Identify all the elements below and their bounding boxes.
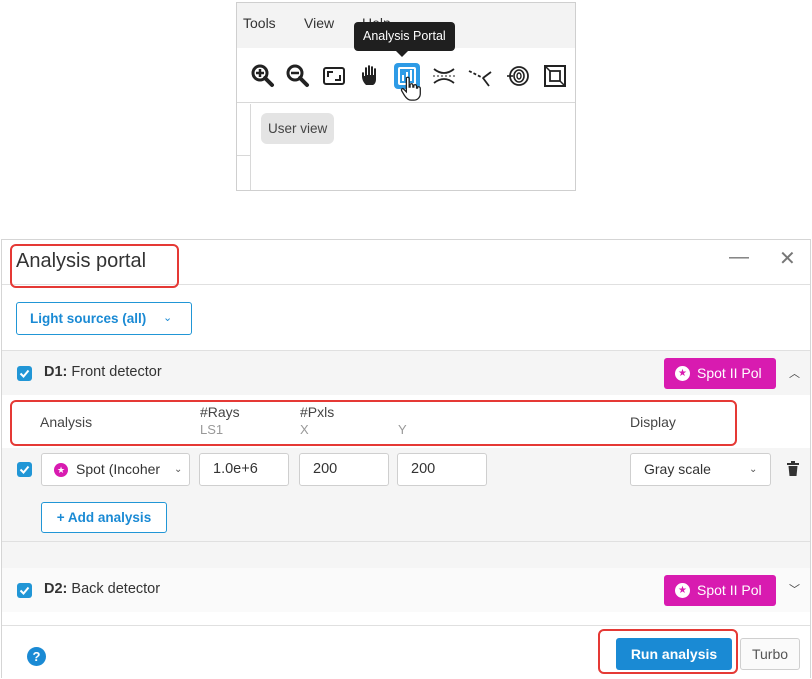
fit-view-icon[interactable] [321,63,347,89]
star-icon: ★ [675,366,690,381]
pan-hand-icon[interactable] [358,63,384,89]
trash-icon[interactable] [786,461,800,477]
help-icon[interactable]: ? [27,647,46,666]
header-rays: #Rays [200,404,240,420]
analysis-type-value: Spot (Incoher [76,461,161,477]
analysis-portal-tooltip: Analysis Portal [354,22,455,57]
toolbar-icon-row [237,51,575,103]
zoom-in-icon[interactable] [250,63,276,89]
d1-id: D1: [44,364,68,380]
chevron-down-icon: ⌄ [174,464,183,475]
chevron-up-icon[interactable]: ︿ [789,365,800,381]
header-pxls: #Pxls [300,404,335,420]
detector-row-d2: D2: Back detector ★ Spot II Pol ﹀ [2,568,810,612]
chevron-down-icon: ⌄ [163,312,173,324]
analysis-table-header: Analysis #Rays LS1 #Pxls X Y Display [2,396,810,448]
portal-footer: ? Run analysis Turbo [2,625,810,678]
spiral-icon[interactable] [505,63,531,89]
toolbar-snippet: Tools View Help Analysis Portal [236,2,576,191]
header-analysis: Analysis [40,414,93,430]
add-analysis-button[interactable]: + Add analysis [41,502,167,533]
d2-spot-pol-label: Spot II Pol [697,582,762,598]
d1-name: Front detector [71,364,162,380]
detector-row-d1: D1: Front detector ★ Spot II Pol ︿ [2,351,810,395]
chevron-down-icon[interactable]: ﹀ [789,581,800,597]
hand-pointer-cursor-icon [398,76,422,104]
zoom-out-icon[interactable] [285,63,311,89]
rays-input[interactable]: 1.0e+6 [199,453,289,486]
star-icon: ★ [675,583,690,598]
minimize-button[interactable]: — [729,246,749,269]
menu-tools[interactable]: Tools [243,15,276,31]
chevron-down-icon: ⌄ [749,464,758,475]
pxls-y-input[interactable]: 200 [397,453,487,486]
d2-name: Back detector [71,581,161,597]
side-divider [237,155,251,156]
header-rays-sub: LS1 [200,422,224,437]
d1-checkbox[interactable] [17,366,32,381]
d1-label: D1: Front detector [44,364,162,380]
analysis-type-dropdown[interactable]: ★ Spot (Incoher ⌄ [41,453,190,486]
side-column [237,104,251,190]
portal-title: Analysis portal [16,250,147,272]
display-value: Gray scale [644,461,711,477]
lens-icon[interactable] [431,63,457,89]
ray-icon[interactable] [467,63,493,89]
d2-spot-pol-button[interactable]: ★ Spot II Pol [664,575,776,606]
d1-spot-pol-button[interactable]: ★ Spot II Pol [664,358,776,389]
header-pxls-x: X [300,422,309,437]
light-sources-dropdown[interactable]: Light sources (all) ⌄ [16,302,192,335]
star-icon: ★ [54,463,68,477]
analysis-portal-panel: Analysis portal — ✕ Light sources (all) … [1,239,811,678]
header-pxls-y: Y [398,422,407,437]
light-sources-label: Light sources (all) [30,311,147,326]
menu-view[interactable]: View [304,15,334,31]
frame-icon[interactable] [542,63,568,89]
d2-id: D2: [44,581,68,597]
close-button[interactable]: ✕ [779,246,796,271]
display-dropdown[interactable]: Gray scale ⌄ [630,453,771,486]
portal-title-bar: Analysis portal — ✕ [2,240,810,285]
d1-spot-pol-label: Spot II Pol [697,365,762,381]
spacer [2,542,810,568]
pxls-x-input[interactable]: 200 [299,453,389,486]
analysis-row-checkbox[interactable] [17,462,32,477]
turbo-button[interactable]: Turbo [740,638,800,670]
run-analysis-button[interactable]: Run analysis [616,638,732,670]
user-view-tab[interactable]: User view [261,113,335,144]
d2-label: D2: Back detector [44,581,160,597]
header-display: Display [630,414,676,430]
d2-checkbox[interactable] [17,583,32,598]
